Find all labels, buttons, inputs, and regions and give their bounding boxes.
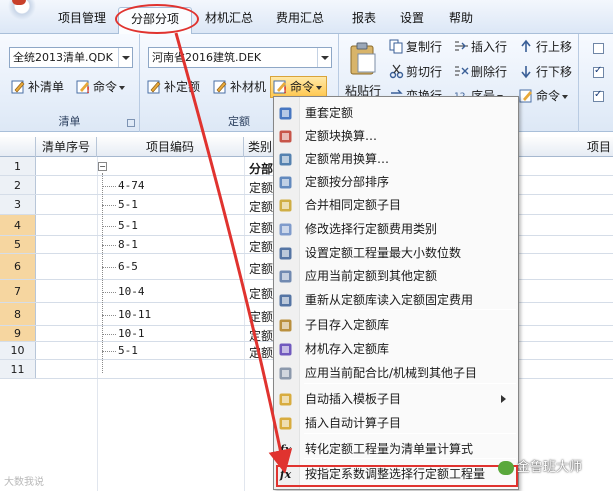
annotation-arrow — [174, 32, 293, 474]
watermark-left: 大数我说 — [4, 477, 44, 488]
wechat-icon — [498, 460, 514, 475]
watermark-right: 金鲁班大师 — [498, 456, 582, 475]
